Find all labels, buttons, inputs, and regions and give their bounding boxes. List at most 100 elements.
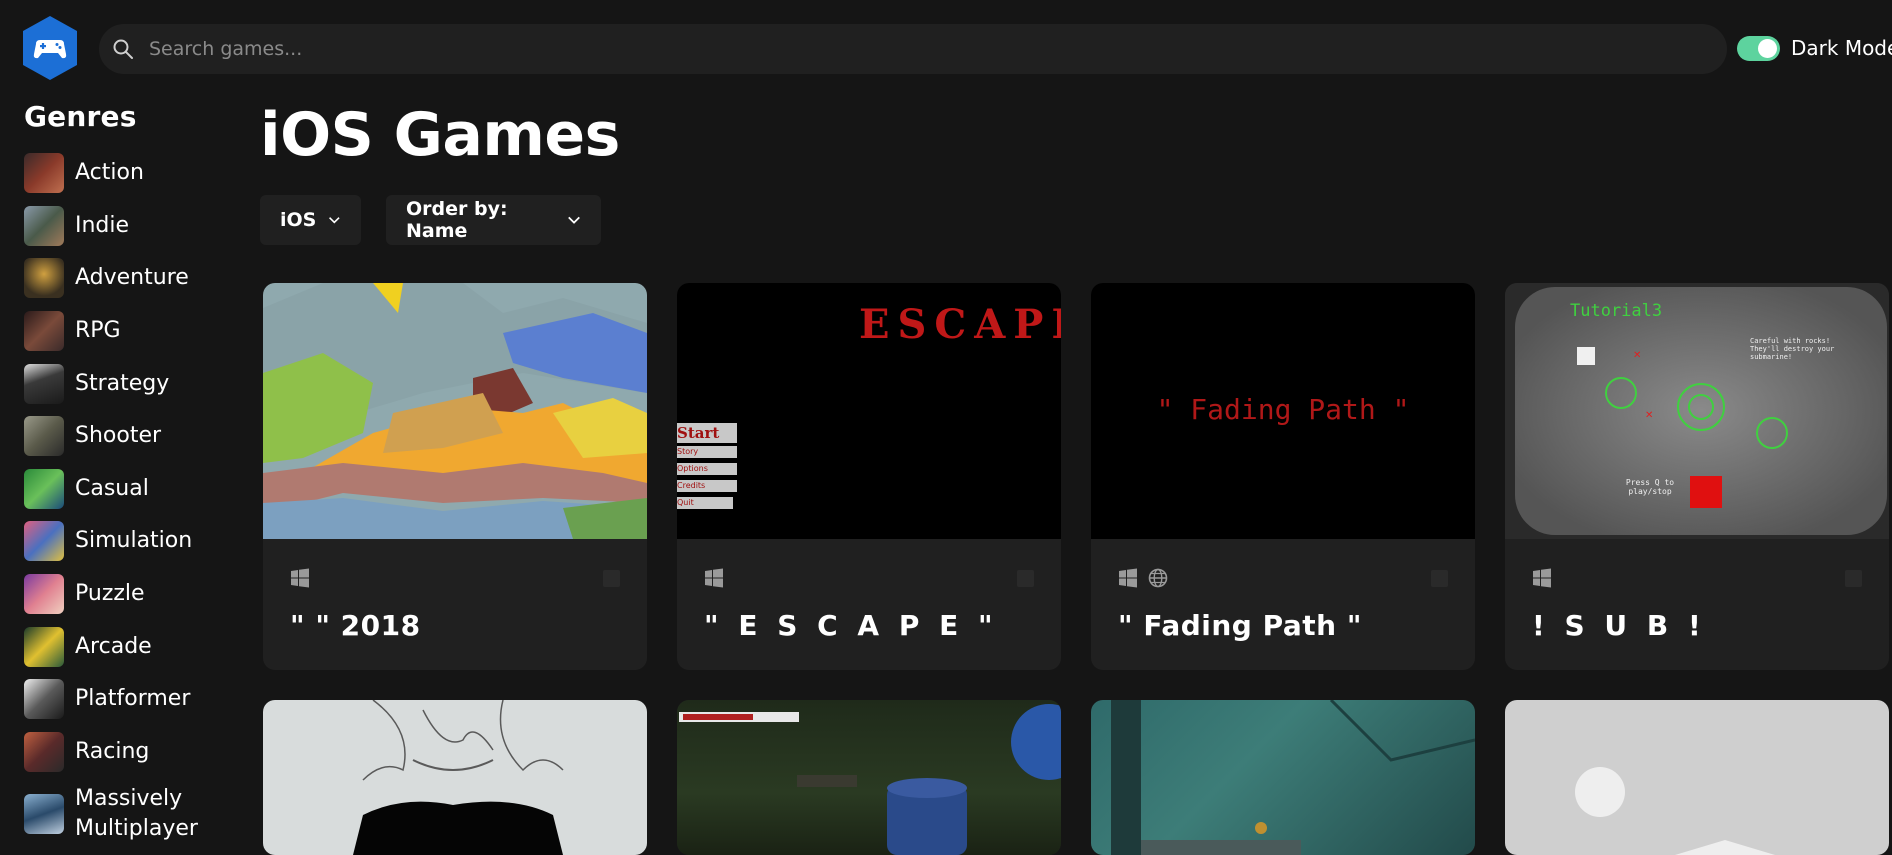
order-by-dropdown[interactable]: Order by: Name — [386, 195, 601, 245]
genre-thumbnail — [24, 363, 64, 404]
windows-icon — [291, 568, 309, 588]
search-input[interactable] — [149, 24, 1709, 74]
windows-icon — [705, 568, 723, 588]
platform-icons — [704, 568, 724, 588]
genre-label: Strategy — [75, 370, 170, 396]
genre-item-platformer[interactable]: Platformer — [24, 673, 234, 726]
genre-thumbnail — [24, 626, 64, 667]
game-screenshot-placeholder — [1505, 700, 1889, 855]
genre-label: Indie — [75, 212, 130, 238]
screenshot-menu-item: Options — [677, 463, 737, 475]
genre-thumbnail — [24, 311, 64, 352]
chevron-down-icon — [568, 216, 580, 224]
platform-icons — [290, 568, 310, 588]
game-screenshot — [1091, 700, 1475, 855]
game-screenshot — [677, 700, 1061, 855]
screenshot-title-text: " Fading Path " — [1156, 393, 1410, 426]
genre-label: Puzzle — [75, 581, 145, 607]
search-bar — [99, 24, 1727, 74]
game-title[interactable]: " E S C A P E " — [704, 609, 998, 642]
screenshot-menu-item: Story — [677, 446, 737, 458]
genre-thumbnail — [24, 258, 64, 299]
game-title[interactable]: " " 2018 — [290, 609, 421, 642]
genre-item-adventure[interactable]: Adventure — [24, 252, 234, 305]
genre-item-indie[interactable]: Indie — [24, 200, 234, 253]
genre-thumbnail — [24, 574, 64, 615]
toggle-knob — [1758, 39, 1777, 58]
platform-dropdown-label: iOS — [280, 209, 317, 231]
chevron-down-icon — [329, 217, 340, 224]
game-card-meta: ! S U B ! — [1505, 539, 1889, 670]
top-bar: Dark Mode — [0, 0, 1892, 100]
screenshot-menu-item: Quit — [677, 497, 733, 509]
game-title[interactable]: ! S U B ! — [1532, 609, 1706, 642]
game-card-meta: " Fading Path " — [1091, 539, 1475, 670]
genres-heading: Genres — [24, 100, 137, 133]
gamepad-logo-icon[interactable] — [20, 14, 80, 82]
game-screenshot: Tutorial3 Careful with rocks! They'll de… — [1505, 283, 1889, 539]
genre-thumbnail — [24, 416, 64, 457]
game-title[interactable]: " Fading Path " — [1118, 609, 1362, 642]
genre-thumbnail — [24, 794, 64, 835]
genre-label: Shooter — [75, 423, 162, 449]
game-card[interactable]: " Fading Path " " Fading Path " — [1091, 283, 1475, 670]
genre-item-racing[interactable]: Racing — [24, 726, 234, 779]
genre-item-casual[interactable]: Casual — [24, 463, 234, 516]
genres-sidebar: Genres Action Indie Adventure RPG Strate… — [24, 100, 234, 850]
genre-label: RPG — [75, 318, 121, 344]
genre-item-massively-multiplayer[interactable]: Massively Multiplayer — [24, 778, 234, 850]
genre-label: Casual — [75, 475, 149, 501]
genre-item-simulation[interactable]: Simulation — [24, 515, 234, 568]
genre-label: Action — [75, 160, 144, 186]
genre-thumbnail — [24, 679, 64, 720]
search-icon — [113, 39, 133, 59]
dark-mode-toggle[interactable] — [1737, 36, 1780, 61]
genre-thumbnail — [24, 731, 64, 772]
metascore-badge — [1017, 570, 1034, 587]
metascore-badge — [1431, 570, 1448, 587]
game-card-meta: " " 2018 — [263, 539, 647, 670]
screenshot-menu: Start Story Options Credits Quit — [677, 423, 737, 509]
globe-icon — [1148, 568, 1168, 588]
windows-icon — [1533, 568, 1551, 588]
game-card[interactable]: Tutorial3 Careful with rocks! They'll de… — [1505, 283, 1889, 670]
game-card[interactable] — [677, 700, 1061, 855]
platform-dropdown[interactable]: iOS — [260, 195, 361, 245]
platform-icons — [1118, 568, 1168, 588]
game-card-meta: " E S C A P E " — [677, 539, 1061, 670]
genre-item-shooter[interactable]: Shooter — [24, 410, 234, 463]
genre-label: Racing — [75, 738, 150, 764]
genre-thumbnail — [24, 153, 64, 194]
metascore-badge — [603, 570, 620, 587]
game-screenshot: " Fading Path " — [1091, 283, 1475, 539]
svg-text:✕: ✕ — [1633, 350, 1641, 361]
genre-item-puzzle[interactable]: Puzzle — [24, 568, 234, 621]
genre-label: Simulation — [75, 528, 193, 554]
screenshot-menu-item: Start — [677, 423, 737, 443]
genre-label: Massively Multiplayer — [75, 786, 198, 842]
dark-mode-label: Dark Mode — [1791, 36, 1892, 60]
game-card[interactable] — [1505, 700, 1889, 855]
genre-item-rpg[interactable]: RPG — [24, 305, 234, 358]
platform-icons — [1532, 568, 1552, 588]
genre-item-action[interactable]: Action — [24, 147, 234, 200]
metascore-badge — [1845, 570, 1862, 587]
game-card[interactable]: ESCAPE Start Story Options Credits Quit … — [677, 283, 1061, 670]
windows-icon — [1119, 568, 1137, 588]
genre-label: Arcade — [75, 633, 152, 659]
game-card[interactable] — [263, 700, 647, 855]
genre-thumbnail — [24, 468, 64, 509]
svg-text:✕: ✕ — [1645, 410, 1653, 421]
genre-label: Platformer — [75, 686, 191, 712]
game-screenshot — [263, 700, 647, 855]
genre-item-strategy[interactable]: Strategy — [24, 357, 234, 410]
game-card[interactable]: " " 2018 — [263, 283, 647, 670]
genre-thumbnail — [24, 521, 64, 562]
genre-label: Adventure — [75, 265, 189, 291]
genre-thumbnail — [24, 205, 64, 246]
order-by-label: Order by: Name — [406, 198, 508, 242]
game-card[interactable] — [1091, 700, 1475, 855]
game-screenshot: ESCAPE Start Story Options Credits Quit — [677, 283, 1061, 539]
page-title: iOS Games — [260, 100, 620, 170]
genre-item-arcade[interactable]: Arcade — [24, 620, 234, 673]
